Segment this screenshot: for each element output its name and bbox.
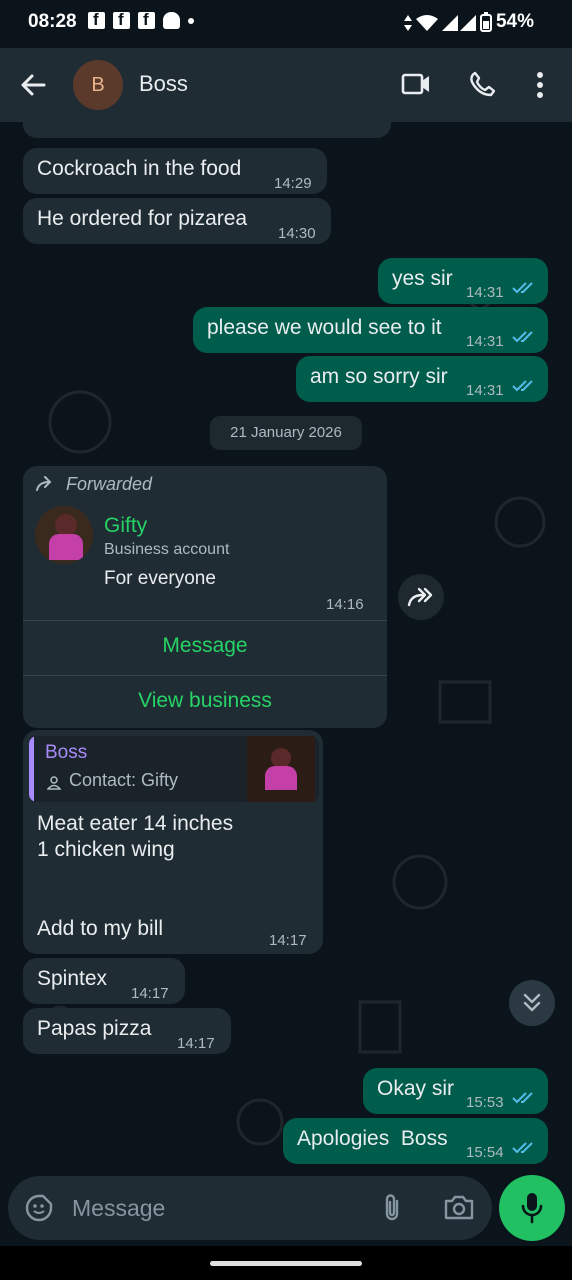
message-line: Add to my bill: [37, 917, 164, 940]
message-time: 14:29: [341, 122, 379, 130]
quoted-message[interactable]: Boss Contact: Gifty: [29, 736, 319, 802]
message-time: 14:31: [466, 284, 504, 301]
facebook-icon: [113, 10, 130, 30]
image-message-partial[interactable]: 14:29: [23, 122, 391, 138]
chevron-double-down-icon: [523, 993, 541, 1012]
outgoing-message[interactable]: yes sir 14:31: [378, 258, 548, 304]
read-ticks-icon: [512, 1142, 533, 1154]
quote-sender: Boss: [45, 742, 88, 763]
message-text: Cockroach in the food: [37, 157, 242, 180]
view-business-button[interactable]: View business: [23, 689, 387, 713]
message-text: Okay sir: [377, 1077, 455, 1100]
facebook-icon: [138, 10, 155, 30]
system-nav-bar: [0, 1246, 572, 1280]
data-icon: [404, 15, 412, 31]
notification-icons: [88, 10, 194, 30]
attach-icon[interactable]: [382, 1193, 402, 1223]
business-account-label: Business account: [104, 541, 230, 558]
contact-photo[interactable]: [35, 506, 93, 564]
contact-name[interactable]: Gifty: [104, 514, 147, 538]
outgoing-message[interactable]: Okay sir 15:53: [363, 1068, 548, 1114]
mic-icon: [521, 1193, 543, 1224]
contact-person-icon: [47, 776, 61, 790]
wifi-icon: [416, 15, 438, 31]
divider: [23, 675, 387, 676]
message-text: please we would see to it: [207, 316, 442, 339]
message-time: 15:54: [466, 1144, 504, 1161]
contact-name[interactable]: Boss: [139, 71, 188, 97]
phone-call-icon[interactable]: [469, 71, 495, 97]
incoming-reply-message[interactable]: Boss Contact: Gifty Meat eater 14 inches…: [23, 730, 323, 954]
message-time: 14:31: [466, 382, 504, 399]
message-time: 14:17: [131, 985, 169, 1002]
voice-message-button[interactable]: [499, 1175, 565, 1241]
forwarded-icon: [36, 476, 52, 491]
message-time: 14:30: [278, 225, 316, 242]
snapchat-icon: [163, 12, 180, 29]
connectivity-icons: [404, 15, 476, 31]
message-time: 14:31: [466, 333, 504, 350]
read-ticks-icon: [512, 331, 533, 343]
chat-area[interactable]: 14:29 Cockroach in the food 14:29 He ord…: [0, 122, 572, 1174]
read-ticks-icon: [512, 1092, 533, 1104]
message-text: Papas pizza: [37, 1017, 152, 1040]
chat-header: B Boss: [0, 48, 572, 122]
message-time: 14:29: [274, 175, 312, 192]
date-divider: 21 January 2026: [210, 416, 362, 450]
quote-bar: [29, 736, 34, 802]
status-time: 08:28: [28, 11, 77, 32]
facebook-icon: [88, 10, 105, 30]
message-text: Spintex: [37, 967, 108, 990]
battery-icon: [480, 12, 492, 32]
dot-icon: [188, 18, 194, 24]
message-input[interactable]: Message: [72, 1195, 165, 1222]
outgoing-message[interactable]: please we would see to it 14:31: [193, 307, 548, 353]
more-options-icon[interactable]: [536, 72, 544, 98]
read-ticks-icon: [512, 282, 533, 294]
message-time: 14:17: [269, 932, 307, 949]
incoming-message[interactable]: Papas pizza 14:17: [23, 1008, 231, 1054]
message-text: yes sir: [392, 267, 453, 290]
home-gesture-handle[interactable]: [210, 1261, 362, 1266]
message-composer[interactable]: Message: [8, 1176, 492, 1240]
outgoing-message[interactable]: Apologies Boss 15:54: [283, 1118, 548, 1164]
forwarded-label: Forwarded: [66, 474, 153, 494]
signal-icon: [442, 15, 458, 31]
battery-percent: 54%: [495, 11, 534, 32]
forwarded-contact-card[interactable]: Forwarded Gifty Business account For eve…: [23, 466, 387, 728]
message-text: Apologies Boss: [297, 1127, 448, 1150]
quote-contact-label: Contact: Gifty: [69, 770, 179, 790]
quote-thumbnail: [247, 736, 315, 802]
divider: [23, 620, 387, 621]
status-bar: 08:28 54%: [0, 0, 572, 48]
contact-card-text: For everyone: [104, 568, 216, 589]
message-time: 15:53: [466, 1094, 504, 1111]
message-time: 14:17: [177, 1035, 215, 1052]
forward-button[interactable]: [398, 574, 444, 620]
message-text: am so sorry sir: [310, 365, 448, 388]
avatar[interactable]: B: [73, 60, 123, 110]
forward-icon: [407, 587, 433, 607]
message-line: 1 chicken wing: [37, 838, 175, 861]
signal-icon: [460, 15, 476, 31]
incoming-message[interactable]: Spintex 14:17: [23, 958, 185, 1004]
read-ticks-icon: [512, 380, 533, 392]
back-arrow-icon[interactable]: [20, 72, 46, 98]
emoji-sticker-icon[interactable]: [25, 1194, 53, 1222]
incoming-message[interactable]: He ordered for pizarea 14:30: [23, 198, 331, 244]
camera-icon[interactable]: [444, 1194, 474, 1220]
incoming-message[interactable]: Cockroach in the food 14:29: [23, 148, 327, 194]
scroll-to-bottom-button[interactable]: [509, 980, 555, 1026]
message-time: 14:16: [326, 596, 364, 613]
outgoing-message[interactable]: am so sorry sir 14:31: [296, 356, 548, 402]
message-contact-button[interactable]: Message: [23, 634, 387, 658]
video-call-icon[interactable]: [401, 72, 431, 96]
message-text: He ordered for pizarea: [37, 207, 248, 230]
message-line: Meat eater 14 inches: [37, 812, 234, 835]
